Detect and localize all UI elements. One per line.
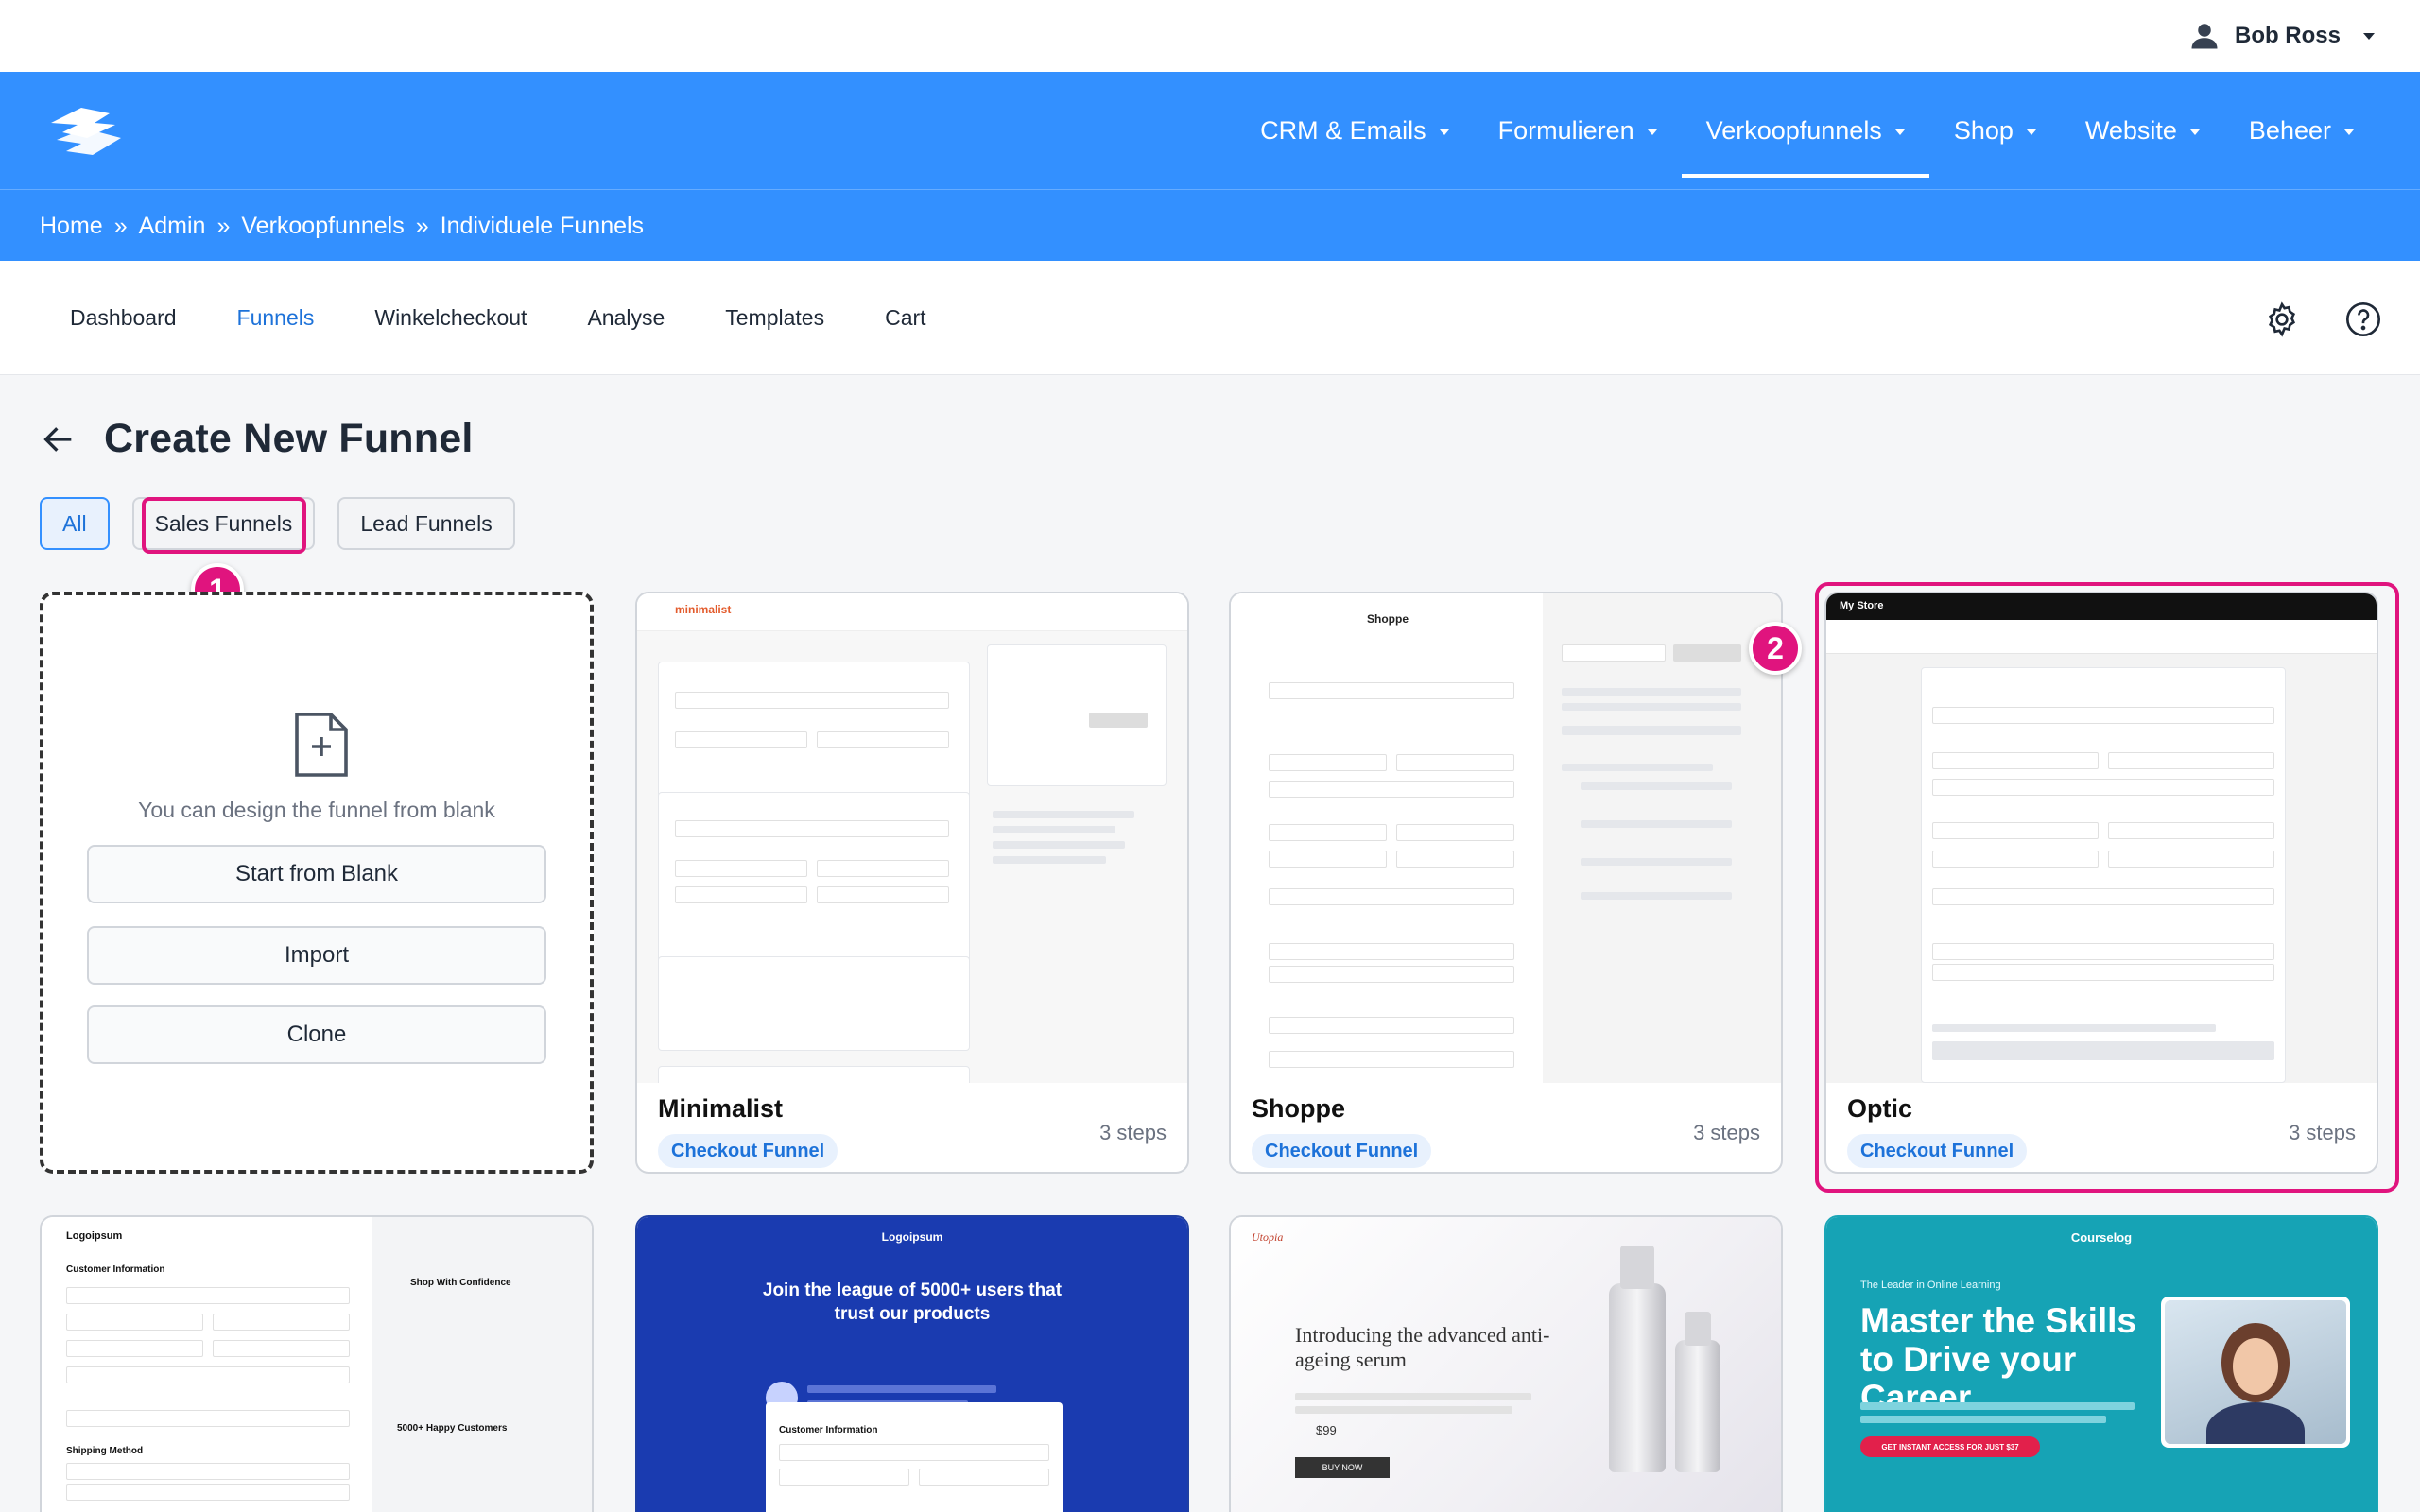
- start-from-blank-button[interactable]: Start from Blank: [87, 845, 546, 903]
- main-nav: CRM & Emails Formulieren Verkoopfunnels …: [0, 72, 2420, 189]
- preview-brand: Shoppe: [1367, 612, 1409, 626]
- breadcrumb-home[interactable]: Home: [40, 213, 103, 240]
- template-tag: Checkout Funnel: [1252, 1134, 1432, 1168]
- page-title: Create New Funnel: [104, 416, 474, 461]
- breadcrumb-separator: »: [415, 212, 429, 239]
- nav-item-label: Shop: [1953, 115, 2014, 145]
- logo[interactable]: [43, 100, 129, 163]
- template-preview: My Store: [1826, 593, 2377, 1083]
- user-icon: [2191, 24, 2218, 49]
- user-menu[interactable]: Bob Ross: [2187, 19, 2375, 53]
- chevron-down-icon: [1439, 129, 1449, 135]
- chevron-down-icon: [2363, 32, 2375, 40]
- breadcrumb: Home » Admin » Verkoopfunnels » Individu…: [40, 190, 644, 262]
- template-card-utopia[interactable]: Utopia Introducing the advanced anti-age…: [1229, 1215, 1783, 1512]
- nav-item-beheer[interactable]: Beheer: [2224, 72, 2378, 189]
- preview-headline: Introducing the advanced anti-ageing ser…: [1295, 1323, 1550, 1372]
- nav-item-label: Verkoopfunnels: [1705, 115, 1882, 145]
- nav-item-crm[interactable]: CRM & Emails: [1236, 72, 1474, 189]
- template-steps: 3 steps: [2289, 1121, 2356, 1144]
- tab-cart[interactable]: Cart: [855, 305, 956, 331]
- tab-analyse[interactable]: Analyse: [557, 305, 695, 331]
- nav-item-label: Website: [2084, 115, 2177, 145]
- preview-brand: Logoipsum: [66, 1230, 123, 1242]
- tab-dashboard[interactable]: Dashboard: [40, 305, 207, 331]
- template-card-logoipsum-checkout[interactable]: Logoipsum Customer Information Shop With…: [40, 1215, 594, 1512]
- preview-eyebrow: The Leader in Online Learning: [1860, 1280, 2001, 1291]
- user-bar: Bob Ross: [0, 0, 2420, 72]
- template-preview: Utopia Introducing the advanced anti-age…: [1231, 1217, 1781, 1512]
- chevron-down-icon: [2189, 129, 2200, 135]
- tab-funnels[interactable]: Funnels: [207, 305, 345, 331]
- template-card-optic[interactable]: My Store Optic Checkout Funnel 3 steps: [1824, 592, 2378, 1174]
- template-name: Minimalist: [658, 1094, 784, 1123]
- preview-happy: 5000+ Happy Customers: [397, 1423, 508, 1434]
- new-file-icon: [295, 713, 348, 777]
- template-name: Optic: [1847, 1094, 1913, 1123]
- template-tag: Checkout Funnel: [1847, 1134, 2028, 1168]
- filter-lead-funnels-button[interactable]: Lead Funnels: [337, 497, 515, 550]
- preview-heading: Customer Information: [66, 1264, 165, 1275]
- chevron-down-icon: [1647, 129, 1657, 135]
- template-name: Shoppe: [1252, 1094, 1345, 1123]
- gear-icon[interactable]: [2263, 301, 2301, 338]
- template-card-courselog[interactable]: Courselog The Leader in Online Learning …: [1824, 1215, 2378, 1512]
- chevron-down-icon: [1894, 129, 1905, 135]
- step-badge: 2: [1749, 622, 1802, 675]
- preview-brand: minimalist: [675, 603, 732, 616]
- clone-button[interactable]: Clone: [87, 1005, 546, 1064]
- template-preview: Logoipsum Join the league of 5000+ users…: [637, 1217, 1187, 1512]
- template-card-logoipsum-lead[interactable]: Logoipsum Join the league of 5000+ users…: [635, 1215, 1189, 1512]
- preview-brand: Courselog: [2070, 1230, 2133, 1245]
- sub-tabs-bar: Dashboard Funnels Winkelcheckout Analyse…: [0, 261, 2420, 374]
- preview-subheading: Shop With Confidence: [410, 1278, 511, 1288]
- nav-item-label: Beheer: [2248, 115, 2331, 145]
- nav-item-verkoopfunnels[interactable]: Verkoopfunnels: [1681, 72, 1929, 189]
- nav-item-formulieren[interactable]: Formulieren: [1474, 72, 1682, 189]
- preview-brand: My Store: [1840, 600, 1884, 611]
- template-steps: 3 steps: [1099, 1121, 1167, 1144]
- chevron-down-icon: [2026, 129, 2036, 135]
- preview-cta: GET INSTANT ACCESS FOR JUST $37: [1860, 1436, 2040, 1457]
- blank-description: You can design the funnel from blank: [138, 798, 495, 822]
- import-button[interactable]: Import: [87, 926, 546, 985]
- chevron-down-icon: [2344, 129, 2354, 135]
- back-arrow-icon[interactable]: [40, 421, 78, 458]
- blank-funnel-card: You can design the funnel from blank Sta…: [40, 592, 594, 1174]
- breadcrumb-separator: »: [113, 212, 128, 239]
- filter-all-button[interactable]: All: [40, 497, 110, 550]
- preview-cta: BUY NOW: [1295, 1457, 1390, 1478]
- preview-headline: Join the league of 5000+ users that trus…: [762, 1280, 1063, 1324]
- help-icon[interactable]: [2344, 301, 2382, 338]
- template-card-minimalist[interactable]: minimalist Minimalist Checkout Funnel 3 …: [635, 592, 1189, 1174]
- nav-item-website[interactable]: Website: [2061, 72, 2224, 189]
- template-preview: Shoppe: [1231, 593, 1781, 1083]
- template-tag: Checkout Funnel: [658, 1134, 838, 1168]
- tab-winkelcheckout[interactable]: Winkelcheckout: [344, 305, 557, 331]
- breadcrumb-admin[interactable]: Admin: [139, 213, 206, 240]
- template-preview: minimalist: [637, 593, 1187, 1083]
- preview-shipping: Shipping Method: [66, 1446, 144, 1456]
- preview-brand: Logoipsum: [881, 1230, 943, 1244]
- preview-section: Customer Information: [779, 1425, 878, 1435]
- template-preview: Logoipsum Customer Information Shop With…: [42, 1217, 592, 1512]
- preview-headline: Master the Skills to Drive your Career.: [1860, 1301, 2137, 1418]
- template-preview: Courselog The Leader in Online Learning …: [1826, 1217, 2377, 1512]
- preview-price: $99: [1316, 1423, 1337, 1437]
- filter-group: All Sales Funnels Lead Funnels: [40, 497, 515, 550]
- page-header: Create New Funnel: [40, 416, 473, 462]
- template-steps: 3 steps: [1693, 1121, 1760, 1144]
- breadcrumb-separator: »: [216, 212, 231, 239]
- preview-brand: Utopia: [1252, 1230, 1284, 1244]
- template-card-shoppe[interactable]: Shoppe Shoppe Checkout Funnel 3 steps: [1229, 592, 1783, 1174]
- nav-item-label: Formulieren: [1497, 115, 1634, 145]
- user-name: Bob Ross: [2234, 23, 2341, 48]
- breadcrumb-individuele-funnels[interactable]: Individuele Funnels: [441, 213, 644, 240]
- breadcrumb-verkoopfunnels[interactable]: Verkoopfunnels: [241, 213, 404, 240]
- breadcrumb-bar: Home » Admin » Verkoopfunnels » Individu…: [0, 189, 2420, 261]
- tab-templates[interactable]: Templates: [695, 305, 855, 331]
- nav-item-label: CRM & Emails: [1260, 115, 1426, 145]
- nav-item-shop[interactable]: Shop: [1929, 72, 2061, 189]
- filter-sales-funnels-button[interactable]: Sales Funnels: [131, 497, 316, 550]
